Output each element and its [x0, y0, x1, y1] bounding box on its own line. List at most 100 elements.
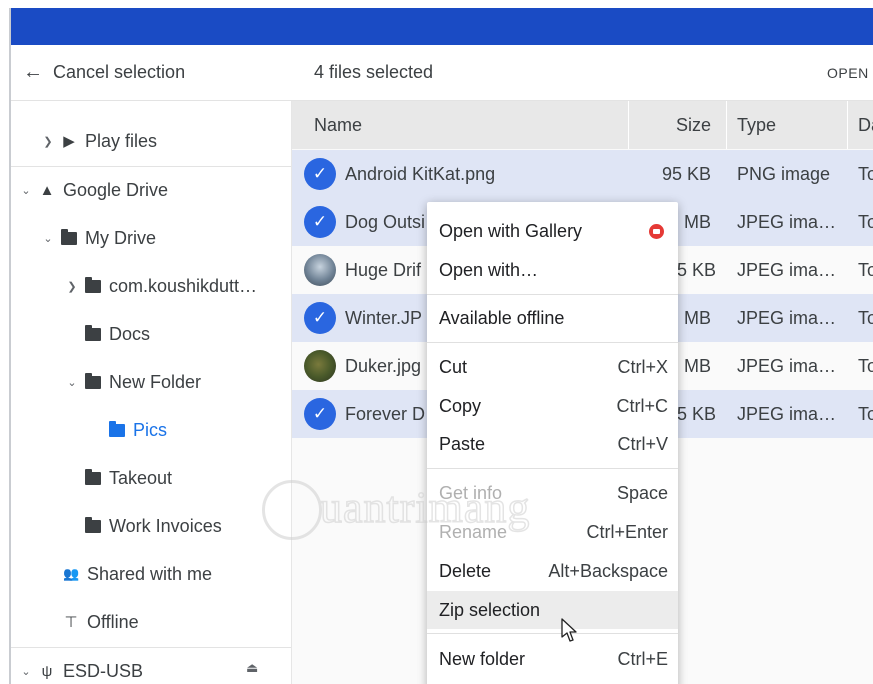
file-date: To [858, 163, 873, 184]
sidebar-item-pics[interactable]: Pics [109, 410, 167, 450]
menu-item-available-offline[interactable]: Available offline [427, 299, 678, 337]
checkmark-icon[interactable]: ✓ [304, 398, 336, 430]
file-size: 5 KB [677, 403, 717, 424]
menu-shortcut: Ctrl+V [617, 433, 668, 454]
google-drive-icon: ▲ [39, 181, 55, 199]
column-divider [628, 101, 629, 149]
menu-item-zip-selection[interactable]: Zip selection [427, 591, 678, 629]
menu-item-label: Copy [439, 395, 482, 416]
column-divider [847, 101, 848, 149]
folder-icon [85, 516, 101, 533]
pin-icon: ⊤ [64, 614, 78, 631]
selected-count: 4 files selected [314, 62, 434, 82]
files-app-window: ← Cancel selection 4 files selected OPEN… [0, 0, 873, 684]
divider [11, 166, 291, 167]
column-header-date[interactable]: Da [858, 101, 873, 149]
image-thumbnail [304, 350, 336, 382]
menu-item-label: Paste [439, 433, 486, 454]
file-size: 95 KB [662, 163, 712, 184]
sidebar-item-label: Shared with me [87, 563, 213, 584]
menu-divider [427, 633, 678, 634]
menu-shortcut: Ctrl+X [617, 356, 668, 377]
sidebar-item-play-files[interactable]: ❯ ▶ Play files [41, 121, 157, 161]
menu-item-label: New folder [439, 648, 526, 669]
column-header-name[interactable]: Name [314, 101, 362, 149]
sidebar-item-shared-with-me[interactable]: 👥 Shared with me [63, 554, 212, 594]
menu-item-label: Available offline [439, 307, 565, 328]
file-type: JPEG ima… [737, 403, 837, 424]
watermark-logo-icon [262, 480, 322, 540]
gallery-app-icon [649, 224, 664, 239]
eject-icon[interactable]: ⏏ [246, 660, 258, 676]
file-name: Android KitKat.png [345, 163, 496, 184]
folder-icon [85, 372, 101, 389]
menu-divider [427, 294, 678, 295]
selection-toolbar: ← Cancel selection 4 files selected OPEN [11, 45, 873, 101]
play-files-icon: ▶ [63, 133, 75, 150]
checkmark-icon[interactable]: ✓ [304, 158, 336, 190]
menu-item-open-with[interactable]: Open with… [427, 251, 678, 289]
sidebar-item-new-folder[interactable]: ⌄ New Folder [65, 362, 201, 402]
menu-item-label: Open with… [439, 259, 539, 280]
back-arrow-icon: ← [23, 61, 43, 83]
checkmark-icon[interactable]: ✓ [304, 302, 336, 334]
menu-item-label: Zip selection [439, 599, 541, 620]
sidebar-item-label: Offline [87, 611, 139, 632]
chevron-down-icon[interactable]: ⌄ [19, 184, 33, 197]
file-date: To [858, 403, 873, 424]
sidebar-item-label: My Drive [85, 227, 156, 248]
sidebar-item-takeout[interactable]: Takeout [85, 458, 172, 498]
file-date: To [858, 307, 873, 328]
menu-shortcut: Ctrl+E [617, 648, 668, 669]
file-size: MB [684, 307, 711, 328]
file-type: JPEG ima… [737, 307, 837, 328]
file-size: MB [684, 355, 711, 376]
open-button[interactable]: OPEN [827, 45, 869, 100]
sidebar-item-label: com.koushikdutt… [109, 275, 258, 296]
sidebar-item-google-drive[interactable]: ⌄ ▲ Google Drive [19, 170, 168, 210]
menu-divider [427, 468, 678, 469]
chevron-down-icon[interactable]: ⌄ [41, 232, 55, 245]
sidebar-item-esd-usb[interactable]: ⌄ ψ ESD-USB [19, 651, 143, 684]
sidebar-item-label: Work Invoices [109, 515, 222, 536]
menu-shortcut: Ctrl+C [616, 395, 668, 416]
chevron-right-icon[interactable]: ❯ [65, 280, 79, 293]
menu-item-paste[interactable]: Paste Ctrl+V [427, 425, 678, 463]
file-name: Winter.JP [345, 307, 423, 328]
column-header-type[interactable]: Type [737, 101, 776, 149]
menu-item-copy[interactable]: Copy Ctrl+C [427, 387, 678, 425]
sidebar-item-my-drive[interactable]: ⌄ My Drive [41, 218, 156, 258]
menu-item-label: Open with Gallery [439, 220, 583, 241]
sidebar-item-label: New Folder [109, 371, 202, 392]
cancel-selection-button[interactable]: ← Cancel selection [23, 45, 185, 100]
menu-item-cut[interactable]: Cut Ctrl+X [427, 348, 678, 386]
table-row[interactable]: ✓ Android KitKat.png 95 KB PNG image To [292, 150, 873, 198]
menu-shortcut: Ctrl+Enter [586, 521, 668, 542]
chevron-down-icon[interactable]: ⌄ [19, 665, 33, 678]
file-date: To [858, 355, 873, 376]
people-icon: 👥 [63, 566, 80, 581]
menu-item-open-with-gallery[interactable]: Open with Gallery [427, 212, 678, 250]
file-type: JPEG ima… [737, 259, 837, 280]
sidebar-item-work-invoices[interactable]: Work Invoices [85, 506, 222, 546]
menu-shortcut: Space [616, 482, 668, 503]
menu-item-new-folder[interactable]: New folder Ctrl+E [427, 640, 678, 678]
file-name: Duker.jpg [345, 355, 422, 376]
sidebar-item-docs[interactable]: Docs [85, 314, 150, 354]
sidebar-item-label: Google Drive [63, 179, 169, 200]
sidebar-item-label: ESD-USB [63, 660, 144, 681]
chevron-down-icon[interactable]: ⌄ [65, 376, 79, 389]
sidebar-item-offline[interactable]: ⊤ Offline [63, 602, 139, 642]
sidebar-item-label: Takeout [109, 467, 173, 488]
chevron-right-icon[interactable]: ❯ [41, 135, 55, 148]
checkmark-icon[interactable]: ✓ [304, 206, 336, 238]
file-name: Dog Outsi [345, 211, 426, 232]
sidebar-item-com-koushikdutt[interactable]: ❯ com.koushikdutt… [65, 266, 257, 306]
mouse-cursor-icon [561, 618, 577, 642]
menu-item-delete[interactable]: Delete Alt+Backspace [427, 552, 678, 590]
sidebar-item-label: Docs [109, 323, 151, 344]
file-date: To [858, 211, 873, 232]
cancel-selection-label: Cancel selection [53, 62, 186, 82]
file-type: JPEG ima… [737, 355, 837, 376]
column-header-size[interactable]: Size [676, 101, 711, 149]
